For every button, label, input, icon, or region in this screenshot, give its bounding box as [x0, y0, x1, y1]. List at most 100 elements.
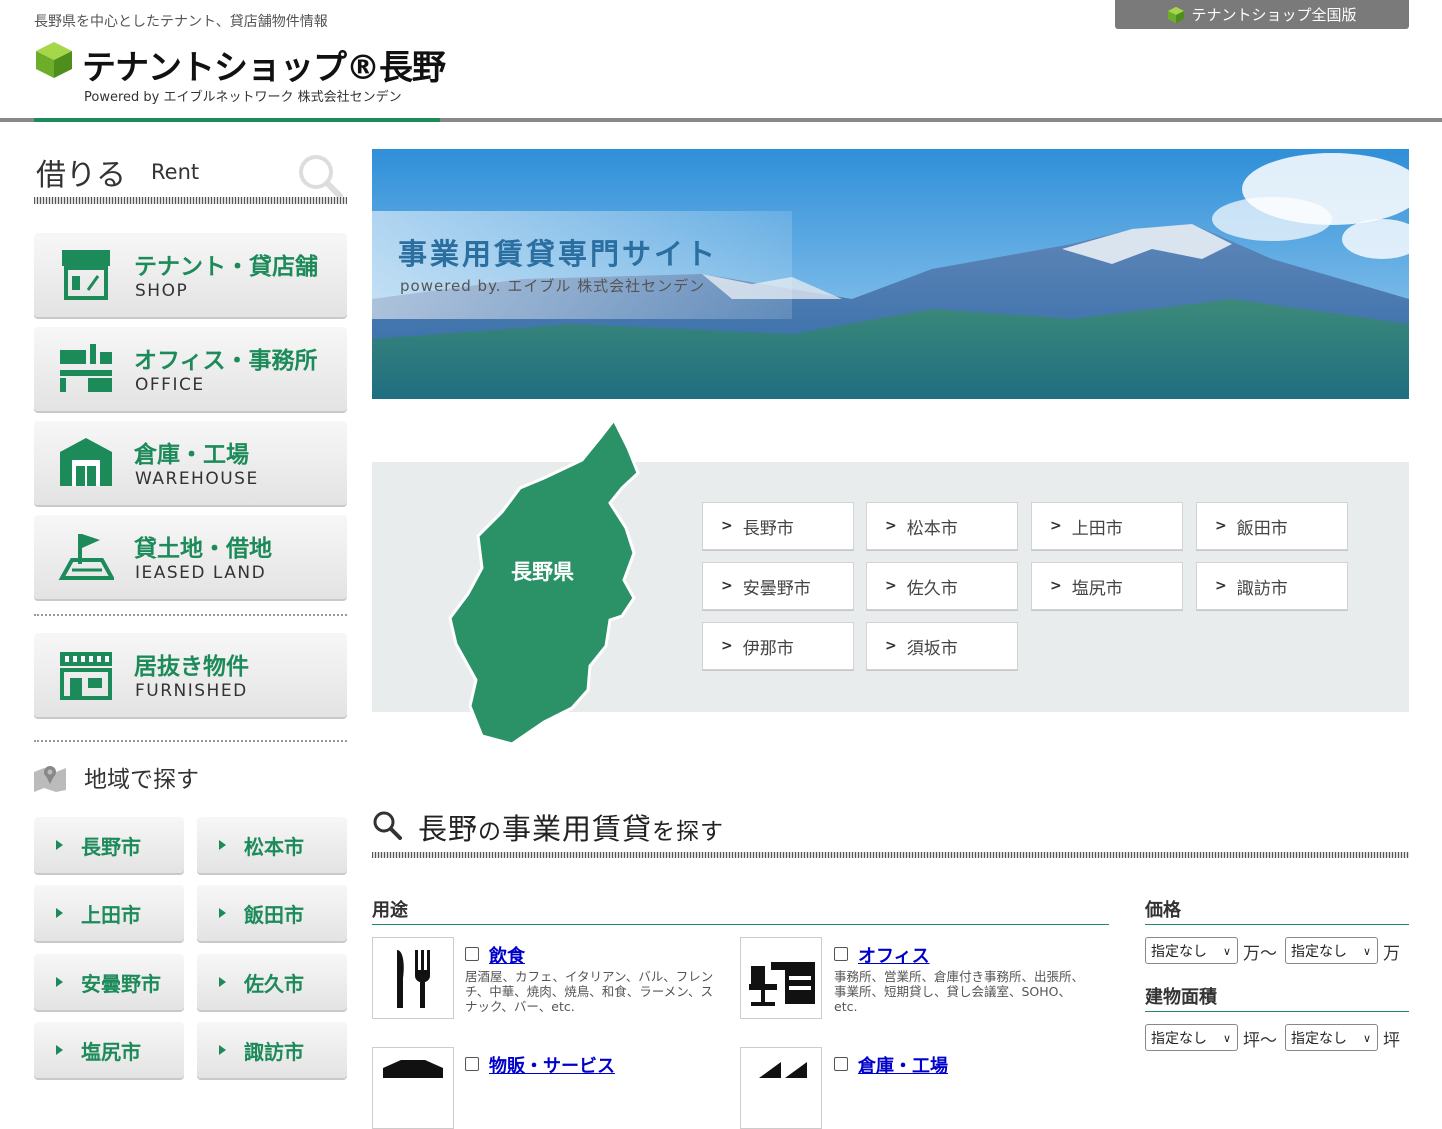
category-en-label: IEASED LAND — [135, 563, 267, 583]
city-button-label: 塩尻市 — [1071, 578, 1123, 599]
chevron-right-icon: > — [721, 638, 733, 654]
category-label: 倉庫・工場 — [134, 442, 249, 468]
logo-cube-icon[interactable] — [34, 40, 74, 80]
area-shiojiri-button[interactable]: 塩尻市 — [34, 1022, 184, 1078]
city-nagano-button[interactable]: > 長野市 — [702, 502, 854, 550]
area-azumino-button[interactable]: 安曇野市 — [34, 954, 184, 1010]
price-min-select[interactable]: 指定なし ∨ — [1145, 937, 1238, 964]
chevron-right-icon: > — [885, 578, 897, 594]
search-title-place: 長野 — [418, 812, 479, 846]
use-warehouse-checkbox[interactable] — [834, 1057, 848, 1071]
use-restaurant-desc: 居酒屋、カフェ、イタリアン、バル、フレンチ、中華、焼肉、焼鳥、和食、ラーメン、ス… — [465, 969, 714, 1014]
fork-knife-icon — [397, 950, 430, 1008]
search-icon — [299, 155, 343, 199]
price-unit-max: 万 — [1383, 944, 1400, 964]
chevron-right-icon: > — [721, 578, 733, 594]
price-unit: 万〜 — [1243, 939, 1277, 964]
use-warehouse-link[interactable]: 倉庫・工場 — [858, 1052, 948, 1078]
area-min-select[interactable]: 指定なし ∨ — [1145, 1024, 1238, 1051]
hero-title: 事業用賃貸専門サイト — [398, 237, 719, 271]
city-suwa-button[interactable]: > 諏訪市 — [1196, 562, 1348, 610]
site-header: 長野県を中心としたテナント、貸店舗物件情報 テナントショップ®長野 Powere… — [0, 0, 1442, 122]
category-label: オフィス・事務所 — [134, 348, 318, 374]
hero-banner: 事業用賃貸専門サイト powered by. エイブル 株式会社センデン — [372, 149, 1409, 399]
national-site-button[interactable]: テナントショップ全国版 — [1115, 0, 1409, 29]
category-en-label: SHOP — [135, 281, 189, 301]
search-heading: 長野の事業用賃貸を探す — [372, 806, 1409, 856]
category-en-label: OFFICE — [135, 375, 205, 395]
chevron-right-icon: > — [885, 638, 897, 654]
category-label: 貸土地・借地 — [134, 536, 272, 562]
price-max-select[interactable]: 指定なし ∨ — [1285, 937, 1378, 964]
use-rule — [372, 924, 1109, 925]
logo-powered-by: Powered by エイブルネットワーク 株式会社センデン — [84, 90, 402, 105]
area-search-title: 地域で探す — [84, 767, 199, 793]
office-image[interactable] — [740, 937, 822, 1019]
restaurant-image[interactable] — [372, 937, 454, 1019]
search-title-subject: 事業用賃貸 — [502, 812, 653, 846]
area-suwa-button[interactable]: 諏訪市 — [197, 1022, 347, 1078]
city-saku-button[interactable]: > 佐久市 — [866, 562, 1018, 610]
category-warehouse-button[interactable]: 倉庫・工場 WAREHOUSE — [34, 421, 347, 505]
category-en-label: WAREHOUSE — [135, 469, 259, 489]
area-saku-button[interactable]: 佐久市 — [197, 954, 347, 1010]
chevron-right-icon: > — [1215, 518, 1227, 534]
land-icon — [58, 534, 114, 580]
rent-heading-jp: 借りる — [36, 158, 126, 193]
city-button-label: 松本市 — [906, 518, 958, 539]
triangle-right-icon — [219, 840, 226, 850]
floor-area-label: 建物面積 — [1145, 987, 1217, 1008]
price-label: 価格 — [1145, 900, 1181, 921]
retail-image[interactable] — [372, 1047, 454, 1129]
site-logo[interactable]: テナントショップ®長野 — [82, 40, 446, 89]
city-button-label: 諏訪市 — [1236, 578, 1288, 599]
triangle-right-icon — [219, 1045, 226, 1055]
city-azumino-button[interactable]: > 安曇野市 — [702, 562, 854, 610]
site-tagline: 長野県を中心としたテナント、貸店舗物件情報 — [34, 14, 328, 30]
warehouse-icon — [759, 1062, 807, 1078]
cube-icon — [1168, 6, 1185, 23]
search-icon — [373, 811, 402, 840]
area-button-label: 佐久市 — [244, 971, 304, 996]
area-max-select[interactable]: 指定なし ∨ — [1285, 1024, 1378, 1051]
chevron-right-icon: > — [1215, 578, 1227, 594]
area-button-label: 飯田市 — [244, 902, 304, 927]
triangle-right-icon — [56, 840, 63, 850]
warehouse-image[interactable] — [740, 1047, 822, 1129]
search-title-particle: の — [478, 819, 503, 845]
city-ueda-button[interactable]: > 上田市 — [1031, 502, 1183, 550]
header-divider — [0, 118, 1442, 122]
price-min-value: 指定なし — [1151, 943, 1207, 960]
use-retail-link[interactable]: 物販・サービス — [489, 1052, 615, 1078]
use-office-link[interactable]: オフィス — [858, 942, 930, 968]
category-office-button[interactable]: オフィス・事務所 OFFICE — [34, 327, 347, 411]
price-rule — [1145, 924, 1409, 925]
triangle-right-icon — [56, 908, 63, 918]
area-nagano-button[interactable]: 長野市 — [34, 817, 184, 873]
category-shop-button[interactable]: テナント・貸店舗 SHOP — [34, 233, 347, 317]
triangle-right-icon — [56, 977, 63, 987]
use-restaurant-checkbox[interactable] — [465, 947, 479, 961]
use-restaurant-link[interactable]: 飲食 — [489, 942, 525, 968]
use-office-checkbox[interactable] — [834, 947, 848, 961]
city-suzaka-button[interactable]: > 須坂市 — [866, 622, 1018, 670]
use-retail-checkbox[interactable] — [465, 1057, 479, 1071]
area-matsumoto-button[interactable]: 松本市 — [197, 817, 347, 873]
city-iida-button[interactable]: > 飯田市 — [1196, 502, 1348, 550]
category-furnished-button[interactable]: 居抜き物件 FURNISHED — [34, 633, 347, 717]
warehouse-icon — [60, 438, 112, 486]
search-heading-rule — [372, 852, 1409, 858]
area-button-label: 長野市 — [81, 834, 141, 859]
area-iida-button[interactable]: 飯田市 — [197, 885, 347, 941]
city-matsumoto-button[interactable]: > 松本市 — [866, 502, 1018, 550]
city-ina-button[interactable]: > 伊那市 — [702, 622, 854, 670]
city-button-label: 安曇野市 — [742, 578, 811, 599]
triangle-right-icon — [219, 908, 226, 918]
city-shiojiri-button[interactable]: > 塩尻市 — [1031, 562, 1183, 610]
category-land-button[interactable]: 貸土地・借地 IEASED LAND — [34, 515, 347, 599]
city-button-label: 上田市 — [1071, 518, 1123, 539]
area-max-value: 指定なし — [1291, 1030, 1347, 1047]
area-button-label: 安曇野市 — [81, 971, 161, 996]
map-pin-icon — [34, 766, 66, 792]
area-ueda-button[interactable]: 上田市 — [34, 885, 184, 941]
